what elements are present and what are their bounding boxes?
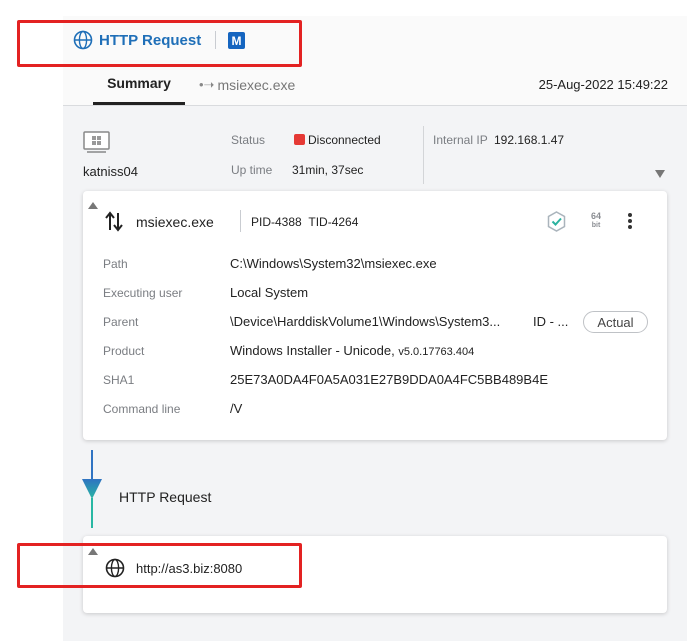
- uptime-label: Up time: [231, 163, 273, 177]
- host-divider: [423, 126, 424, 184]
- uptime-value: 31min, 37sec: [292, 163, 364, 177]
- product-value: Windows Installer - Unicode, v5.0.17763.…: [230, 343, 474, 358]
- status-value: Disconnected: [294, 133, 381, 147]
- process-name: msiexec.exe: [136, 214, 214, 230]
- collapse-icon[interactable]: [88, 202, 98, 209]
- actual-button[interactable]: Actual: [583, 311, 648, 333]
- highlight-box-url: [17, 543, 302, 588]
- host-section: [63, 106, 687, 190]
- parent-value: \Device\HarddiskVolume1\Windows\System3.…: [230, 314, 501, 329]
- command-line-label: Command line: [103, 402, 181, 416]
- flow-label: HTTP Request: [119, 489, 212, 505]
- bitness-badge: 64 bit: [588, 212, 604, 230]
- status-text: Disconnected: [308, 133, 381, 147]
- process-tid: TID-4264: [308, 215, 359, 229]
- bitness-number: 64: [590, 211, 601, 221]
- tab-summary-label: Summary: [107, 75, 171, 91]
- path-value: C:\Windows\System32\msiexec.exe: [230, 256, 437, 271]
- status-label: Status: [231, 133, 266, 147]
- computer-icon: [83, 131, 110, 158]
- executing-user-value: Local System: [230, 285, 309, 300]
- kebab-menu-icon[interactable]: [628, 213, 632, 231]
- parent-id: ID - ...: [533, 314, 569, 329]
- status-indicator-icon: [294, 134, 305, 145]
- path-label: Path: [103, 257, 128, 271]
- highlight-box-title: [17, 20, 302, 67]
- expand-icon[interactable]: [655, 170, 665, 178]
- sha1-value: 25E73A0DA4F0A5A031E27B9DDA0A4FC5BB489B4E: [230, 372, 548, 387]
- process-arrows-icon: [104, 211, 124, 237]
- verified-badge-icon: [546, 211, 567, 237]
- tab-summary[interactable]: Summary: [93, 64, 185, 105]
- pid-tid: PID-4388 TID-4264: [251, 215, 358, 229]
- host-name: katniss04: [83, 164, 138, 179]
- internal-ip-value: 192.168.1.47: [494, 133, 565, 147]
- process-separator: [240, 210, 241, 232]
- bitness-unit: bit: [591, 222, 601, 229]
- parent-label: Parent: [103, 315, 139, 329]
- executing-user-label: Executing user: [103, 286, 183, 300]
- product-version: v5.0.17763.404: [398, 346, 475, 358]
- flow-line-bottom: [91, 498, 93, 528]
- process-pid: PID-4388: [251, 215, 302, 229]
- command-line-value: /V: [230, 401, 243, 416]
- timestamp: 25-Aug-2022 15:49:22: [538, 77, 668, 92]
- product-label: Product: [103, 344, 145, 358]
- process-link-icon: •➝: [199, 76, 215, 92]
- tab-msiexec[interactable]: •➝ msiexec.exe: [199, 64, 295, 105]
- product-name: Windows Installer - Unicode,: [230, 343, 395, 358]
- tab-msiexec-label: msiexec.exe: [217, 76, 296, 93]
- sha1-label: SHA1: [103, 373, 135, 387]
- internal-ip-label: Internal IP: [433, 133, 488, 147]
